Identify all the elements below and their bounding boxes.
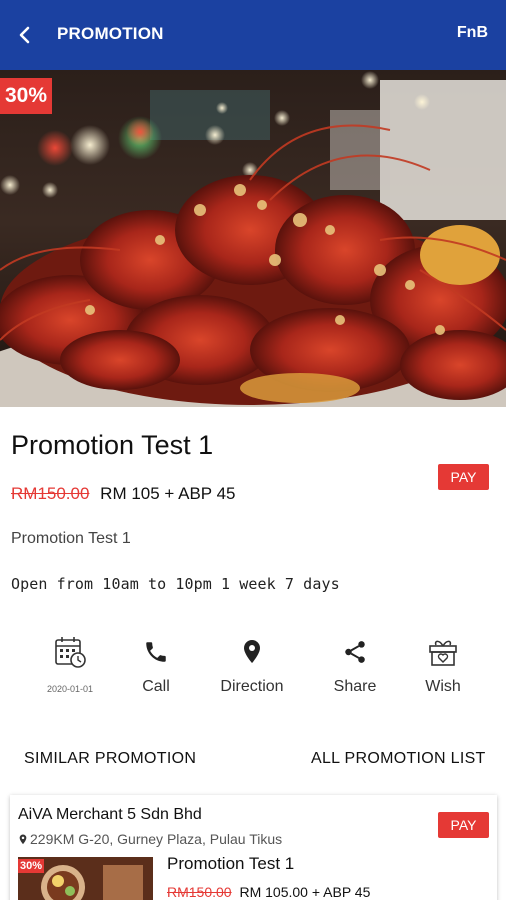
discounted-price: RM 105 + ABP 45 [100,484,236,503]
price-row: RM150.00 RM 105 + ABP 45 [11,484,235,504]
discount-badge: 30% [0,78,53,114]
calendar-clock-icon [55,637,86,668]
gift-heart-icon [429,640,457,666]
card-original-price: RM150.00 [167,884,232,900]
direction-action[interactable]: Direction [212,630,292,696]
back-button[interactable] [12,22,38,48]
card-price-row: RM150.00 RM 105.00 + ABP 45 [167,884,370,900]
call-label: Call [142,678,170,695]
all-promotion-list-link[interactable]: ALL PROMOTION LIST [311,750,486,768]
back-arrow-icon [19,26,30,44]
location-pin-icon [244,640,260,663]
share-label: Share [333,678,377,695]
call-action[interactable]: Call [126,630,186,696]
share-icon [345,641,365,663]
wish-action[interactable]: Wish [413,630,473,696]
opening-hours: Open from 10am to 10pm 1 week 7 days [11,575,340,593]
category-label[interactable]: FnB [457,24,488,42]
merchant-name: AiVA Merchant 5 Sdn Bhd [18,806,202,823]
promotion-date: 2020-01-01 [46,684,94,694]
merchant-address: 229KM G-20, Gurney Plaza, Pulau Tikus [18,831,282,847]
card-pay-button[interactable]: PAY [438,812,489,838]
card-discounted-price: RM 105.00 + ABP 45 [239,884,371,900]
page-title: PROMOTION [57,24,164,43]
similar-promotion-card[interactable]: AiVA Merchant 5 Sdn Bhd 229KM G-20, Gurn… [10,795,497,900]
location-pin-icon [19,834,27,845]
pay-button[interactable]: PAY [438,464,489,490]
original-price: RM150.00 [11,484,90,503]
phone-icon [146,642,166,662]
card-promotion-title: Promotion Test 1 [167,854,295,873]
promotion-description: Promotion Test 1 [11,530,131,547]
card-discount-badge: 30% [18,859,45,873]
direction-label: Direction [220,678,284,695]
wish-label: Wish [425,678,461,695]
promotion-image [0,70,506,407]
promotion-title: Promotion Test 1 [11,430,214,460]
share-action[interactable]: Share [325,630,385,696]
date-action[interactable]: 2020-01-01 [40,630,100,694]
address-text: 229KM G-20, Gurney Plaza, Pulau Tikus [30,831,283,847]
app-bar: PROMOTION FnB [0,0,506,70]
tab-similar-promotion[interactable]: SIMILAR PROMOTION [24,750,196,768]
